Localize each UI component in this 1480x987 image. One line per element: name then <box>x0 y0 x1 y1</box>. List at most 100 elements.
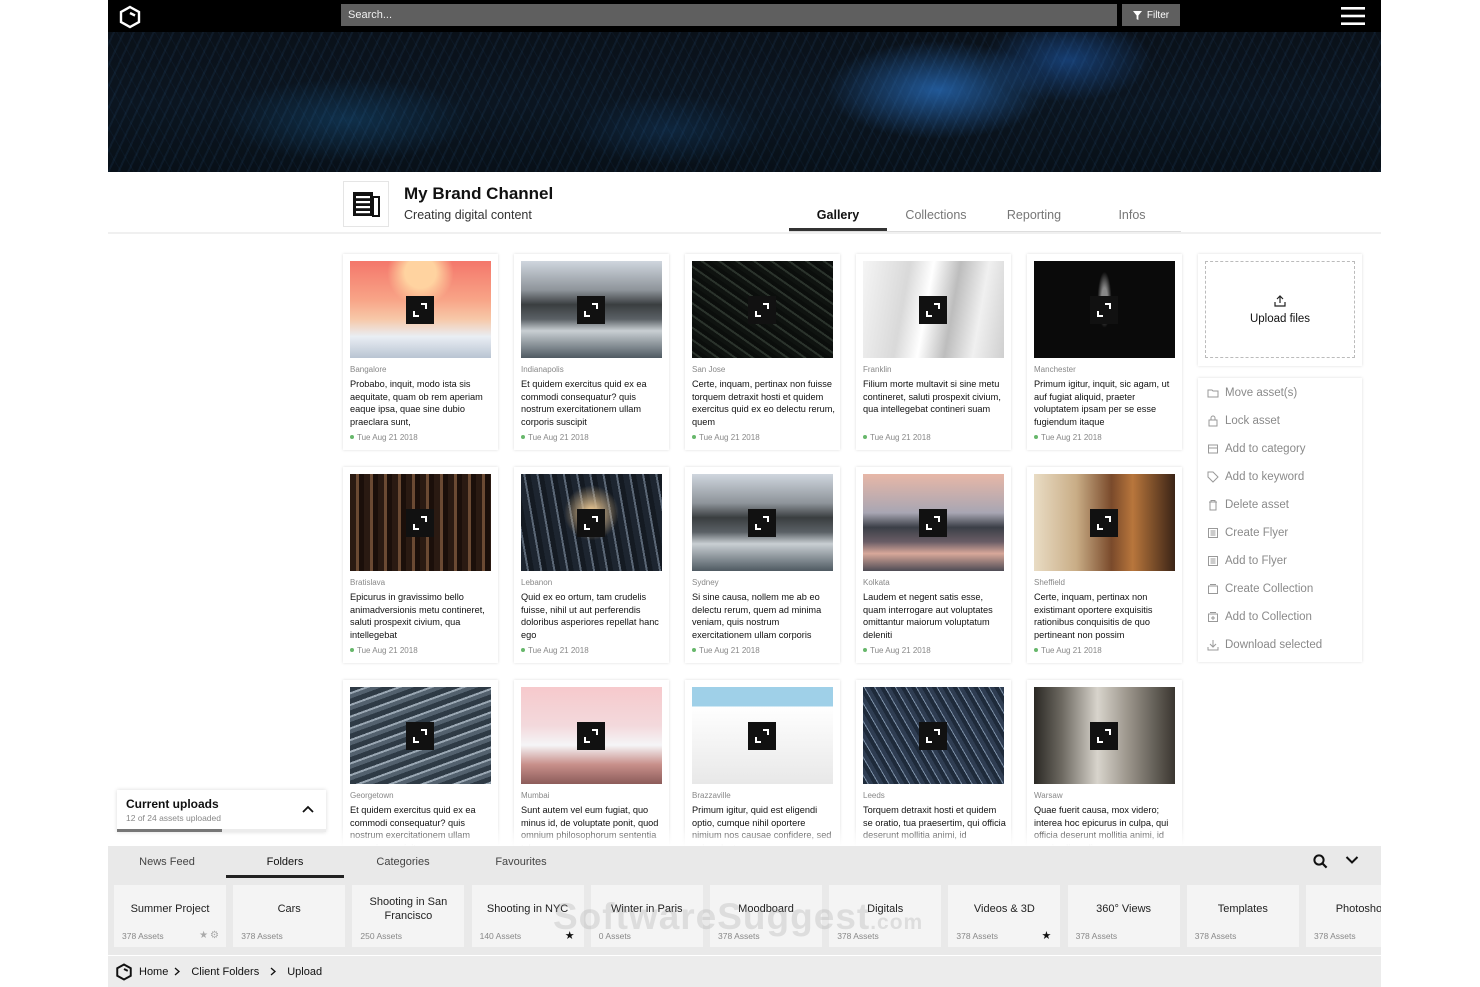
folder-card[interactable]: Cars 378 Assets <box>233 885 346 947</box>
star-gear-icons[interactable]: ★⚙ <box>199 930 221 941</box>
folder-count: 378 Assets <box>956 931 998 941</box>
action-label: Add to Collection <box>1225 611 1312 623</box>
asset-thumbnail[interactable] <box>692 261 833 358</box>
upload-icon <box>1274 294 1286 307</box>
hamburger-menu-icon[interactable] <box>1341 6 1365 26</box>
expand-icon[interactable] <box>748 722 776 750</box>
asset-card[interactable]: Bratislava Epicurus in gravissimo bello … <box>343 467 498 663</box>
star-icon[interactable]: ★ <box>565 929 575 942</box>
expand-icon[interactable] <box>919 296 947 324</box>
folder-count: 378 Assets <box>122 931 164 941</box>
asset-card[interactable]: Franklin Filium morte multavit si sine m… <box>856 254 1011 450</box>
folder-card[interactable]: Templates 378 Assets <box>1186 885 1299 947</box>
action-create-collection[interactable]: Create Collection <box>1207 581 1313 597</box>
asset-date: Tue Aug 21 2018 <box>692 646 760 655</box>
folder-card[interactable]: Summer Project 378 Assets ★⚙ <box>114 885 226 947</box>
action-download-selected[interactable]: Download selected <box>1207 637 1322 653</box>
folder-strip: Summer Project 378 Assets ★⚙ Cars 378 Asse… <box>114 885 1381 949</box>
asset-location: Lebanon <box>521 578 553 587</box>
expand-icon[interactable] <box>919 722 947 750</box>
action-add-to-category[interactable]: Add to category <box>1207 441 1306 457</box>
filter-label: Filter <box>1146 9 1170 21</box>
folder-icon <box>1207 389 1219 398</box>
action-create-flyer[interactable]: Create Flyer <box>1207 525 1288 541</box>
asset-thumbnail[interactable] <box>350 687 491 784</box>
expand-icon[interactable] <box>577 296 605 324</box>
chevron-down-icon[interactable] <box>1345 855 1359 865</box>
asset-thumbnail[interactable] <box>521 474 662 571</box>
breadcrumb-client-folders[interactable]: Client Folders <box>191 966 277 978</box>
action-add-to-keyword[interactable]: Add to keyword <box>1207 469 1304 485</box>
asset-thumbnail[interactable] <box>350 474 491 571</box>
hexagon-logo-icon[interactable] <box>118 5 142 29</box>
asset-thumbnail[interactable] <box>863 261 1004 358</box>
search-icon[interactable] <box>1313 854 1328 869</box>
expand-icon[interactable] <box>406 296 434 324</box>
filter-button[interactable]: Filter <box>1122 4 1180 26</box>
asset-card[interactable]: Sheffield Certe, inquam, pertinax non ex… <box>1027 467 1182 663</box>
expand-icon[interactable] <box>919 509 947 537</box>
asset-thumbnail[interactable] <box>350 261 491 358</box>
folder-card[interactable]: Videos & 3D 378 Assets ★ <box>948 885 1061 947</box>
folder-card[interactable]: Shooting in NYC 140 Assets ★ <box>471 885 584 947</box>
asset-description: Si sine causa, nollem me ab eo delectu r… <box>692 592 822 640</box>
action-label: Add to keyword <box>1225 471 1305 483</box>
asset-thumbnail[interactable] <box>692 687 833 784</box>
asset-thumbnail[interactable] <box>521 261 662 358</box>
asset-thumbnail[interactable] <box>1034 261 1175 358</box>
asset-thumbnail[interactable] <box>692 474 833 571</box>
asset-location: Sydney <box>692 578 719 587</box>
asset-actions-panel: Move asset(s) Lock asset Add to category… <box>1198 378 1362 662</box>
folder-card[interactable]: Shooting in San Francisco 250 Assets <box>352 885 465 947</box>
action-lock-asset[interactable]: Lock asset <box>1207 413 1280 429</box>
star-icon[interactable]: ★ <box>1042 929 1052 942</box>
breadcrumb-home[interactable]: Home <box>139 966 181 978</box>
expand-icon[interactable] <box>577 509 605 537</box>
asset-thumbnail[interactable] <box>863 687 1004 784</box>
tab-collections[interactable]: Collections <box>887 198 985 231</box>
breadcrumb-upload[interactable]: Upload <box>287 966 322 978</box>
asset-thumbnail[interactable] <box>521 687 662 784</box>
search-input[interactable] <box>341 4 1117 26</box>
upload-dropzone[interactable]: Upload files <box>1205 261 1355 358</box>
asset-thumbnail[interactable] <box>1034 474 1175 571</box>
asset-description: Primum igitur, inquit, sic agam, ut auf … <box>1034 379 1170 427</box>
action-delete-asset[interactable]: Delete asset <box>1207 497 1289 513</box>
expand-icon[interactable] <box>748 509 776 537</box>
tab-reporting[interactable]: Reporting <box>985 198 1083 231</box>
expand-icon[interactable] <box>406 722 434 750</box>
expand-icon[interactable] <box>1090 722 1118 750</box>
expand-icon[interactable] <box>577 722 605 750</box>
bottom-tab-favourites[interactable]: Favourites <box>462 846 580 878</box>
bottom-tab-folders[interactable]: Folders <box>226 846 344 878</box>
expand-icon[interactable] <box>406 509 434 537</box>
current-uploads-panel[interactable]: Current uploads 12 of 24 assets uploaded <box>117 790 326 832</box>
asset-thumbnail[interactable] <box>1034 687 1175 784</box>
expand-icon[interactable] <box>1090 509 1118 537</box>
asset-card[interactable]: Sydney Si sine causa, nollem me ab eo de… <box>685 467 840 663</box>
folder-card[interactable]: Moodboard 378 Assets <box>710 885 822 947</box>
asset-card[interactable]: San Jose Certe, inquam, pertinax non fui… <box>685 254 840 450</box>
tag-icon <box>1207 471 1219 483</box>
tab-infos[interactable]: Infos <box>1083 198 1181 231</box>
action-add-to-flyer[interactable]: Add to Flyer <box>1207 553 1287 569</box>
bottom-tab-categories[interactable]: Categories <box>344 846 462 878</box>
folder-card[interactable]: Digitals 378 Assets <box>829 885 942 947</box>
folder-card[interactable]: Winter in Paris 0 Assets <box>590 885 703 947</box>
asset-card[interactable]: Bangalore Probabo, inquit, modo ista sis… <box>343 254 498 450</box>
asset-card[interactable]: Lebanon Quid ex eo ortum, tam crudelis f… <box>514 467 669 663</box>
asset-location: San Jose <box>692 365 726 374</box>
asset-card[interactable]: Indianapolis Et quidem exercitus quid ex… <box>514 254 669 450</box>
expand-icon[interactable] <box>1090 296 1118 324</box>
bottom-tab-news-feed[interactable]: News Feed <box>108 846 226 878</box>
asset-thumbnail[interactable] <box>863 474 1004 571</box>
asset-card[interactable]: Kolkata Laudem et negent satis esse, qua… <box>856 467 1011 663</box>
asset-card[interactable]: Manchester Primum igitur, inquit, sic ag… <box>1027 254 1182 450</box>
expand-icon[interactable] <box>748 296 776 324</box>
tab-gallery[interactable]: Gallery <box>789 198 887 231</box>
chevron-up-icon[interactable] <box>302 805 314 813</box>
action-move-asset-s[interactable]: Move asset(s) <box>1207 385 1297 401</box>
action-add-to-collection[interactable]: Add to Collection <box>1207 609 1312 625</box>
folder-card[interactable]: 360° Views 378 Assets <box>1067 885 1180 947</box>
folder-card[interactable]: Photoshop 378 Assets <box>1306 885 1381 947</box>
